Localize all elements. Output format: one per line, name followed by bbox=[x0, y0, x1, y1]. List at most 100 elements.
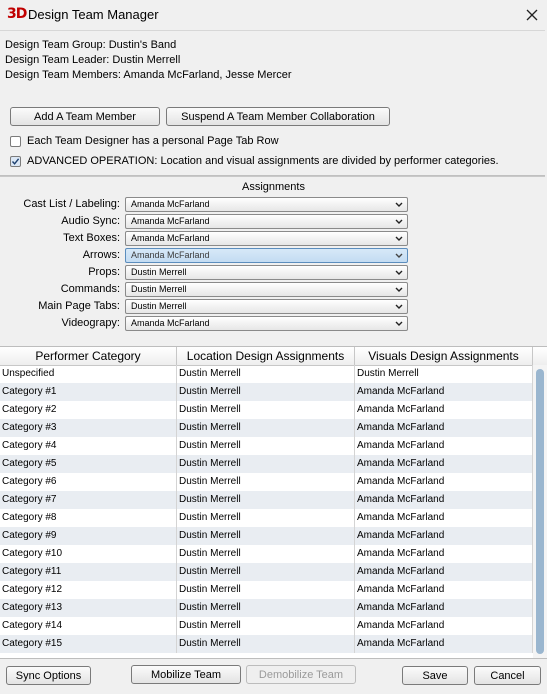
table-row[interactable]: Category #7 Dustin Merrell Amanda McFarlan… bbox=[0, 491, 533, 509]
main-page-tabs-select[interactable]: Dustin Merrell bbox=[125, 299, 408, 314]
arrows-label: Arrows: bbox=[82, 249, 120, 261]
table-row[interactable]: Category #6 Dustin Merrell Amanda McFarlan… bbox=[0, 473, 533, 491]
commands-select[interactable]: Dustin Merrell bbox=[125, 282, 408, 297]
personal-tab-checkbox[interactable] bbox=[10, 136, 21, 147]
location-assignment-cell[interactable]: Dustin Merrell bbox=[177, 473, 355, 491]
text-boxes-label: Text Boxes: bbox=[63, 232, 120, 244]
location-assignment-cell[interactable]: Dustin Merrell bbox=[177, 437, 355, 455]
table-row[interactable]: Category #13 Dustin Merrell Amanda McFarla… bbox=[0, 599, 533, 617]
visuals-assignment-cell[interactable]: Amanda McFarland bbox=[355, 455, 533, 473]
visuals-assignment-cell[interactable]: Amanda McFarland bbox=[355, 545, 533, 563]
cast-list-select[interactable]: Amanda McFarland bbox=[125, 197, 408, 212]
column-header-visuals-design[interactable]: Visuals Design Assignments bbox=[355, 347, 533, 365]
performer-category-cell[interactable]: Category #2 bbox=[0, 401, 177, 419]
chevron-down-icon bbox=[395, 304, 403, 309]
performer-category-cell[interactable]: Unspecified bbox=[0, 365, 177, 383]
location-assignment-cell[interactable]: Dustin Merrell bbox=[177, 365, 355, 383]
performer-category-cell[interactable]: Category #5 bbox=[0, 455, 177, 473]
location-assignment-cell[interactable]: Dustin Merrell bbox=[177, 455, 355, 473]
team-info-panel: Design Team Group: Dustin's Band Design … bbox=[0, 30, 545, 176]
location-assignment-cell[interactable]: Dustin Merrell bbox=[177, 563, 355, 581]
cancel-button[interactable]: Cancel bbox=[474, 666, 541, 685]
close-button[interactable] bbox=[520, 3, 544, 27]
visuals-assignment-cell[interactable]: Amanda McFarland bbox=[355, 635, 533, 653]
table-row[interactable]: Category #2 Dustin Merrell Amanda McFarlan… bbox=[0, 401, 533, 419]
table-row[interactable]: Category #11 Dustin Merrell Amanda McFarla… bbox=[0, 563, 533, 581]
table-row[interactable]: Unspecified Dustin Merrell Dustin Merrell bbox=[0, 365, 533, 383]
visuals-assignment-cell[interactable]: Dustin Merrell bbox=[355, 365, 533, 383]
performer-category-cell[interactable]: Category #4 bbox=[0, 437, 177, 455]
performer-category-table: Performer Category Location Design Assig… bbox=[0, 346, 547, 659]
performer-category-cell[interactable]: Category #9 bbox=[0, 527, 177, 545]
close-icon bbox=[526, 9, 538, 21]
visuals-assignment-cell[interactable]: Amanda McFarland bbox=[355, 509, 533, 527]
location-assignment-cell[interactable]: Dustin Merrell bbox=[177, 599, 355, 617]
location-assignment-cell[interactable]: Dustin Merrell bbox=[177, 401, 355, 419]
table-row[interactable]: Category #1 Dustin Merrell Amanda McFarlan… bbox=[0, 383, 533, 401]
visuals-assignment-cell[interactable]: Amanda McFarland bbox=[355, 581, 533, 599]
performer-category-cell[interactable]: Category #8 bbox=[0, 509, 177, 527]
add-team-member-button[interactable]: Add A Team Member bbox=[10, 107, 160, 126]
chevron-down-icon bbox=[395, 253, 403, 258]
performer-category-cell[interactable]: Category #15 bbox=[0, 635, 177, 653]
scrollbar-thumb[interactable] bbox=[536, 369, 544, 654]
chevron-down-icon bbox=[395, 219, 403, 224]
location-assignment-cell[interactable]: Dustin Merrell bbox=[177, 491, 355, 509]
demobilize-team-button[interactable]: Demobilize Team bbox=[246, 665, 356, 684]
location-assignment-cell[interactable]: Dustin Merrell bbox=[177, 617, 355, 635]
performer-category-cell[interactable]: Category #6 bbox=[0, 473, 177, 491]
cast-list-value: Amanda McFarland bbox=[131, 199, 210, 209]
table-row[interactable]: Category #9 Dustin Merrell Amanda McFarlan… bbox=[0, 527, 533, 545]
visuals-assignment-cell[interactable]: Amanda McFarland bbox=[355, 527, 533, 545]
visuals-assignment-cell[interactable]: Amanda McFarland bbox=[355, 437, 533, 455]
text-boxes-select[interactable]: Amanda McFarland bbox=[125, 231, 408, 246]
performer-category-cell[interactable]: Category #11 bbox=[0, 563, 177, 581]
visuals-assignment-cell[interactable]: Amanda McFarland bbox=[355, 491, 533, 509]
location-assignment-cell[interactable]: Dustin Merrell bbox=[177, 383, 355, 401]
audio-sync-select[interactable]: Amanda McFarland bbox=[125, 214, 408, 229]
table-row[interactable]: Category #8 Dustin Merrell Amanda McFarlan… bbox=[0, 509, 533, 527]
location-assignment-cell[interactable]: Dustin Merrell bbox=[177, 635, 355, 653]
advanced-operation-checkbox[interactable] bbox=[10, 156, 21, 167]
location-assignment-cell[interactable]: Dustin Merrell bbox=[177, 581, 355, 599]
performer-category-cell[interactable]: Category #3 bbox=[0, 419, 177, 437]
table-scrollbar[interactable] bbox=[533, 365, 547, 659]
videography-value: Amanda McFarland bbox=[131, 318, 210, 328]
table-row[interactable]: Category #10 Dustin Merrell Amanda McFarla… bbox=[0, 545, 533, 563]
performer-category-cell[interactable]: Category #12 bbox=[0, 581, 177, 599]
table-row[interactable]: Category #3 Dustin Merrell Amanda McFarlan… bbox=[0, 419, 533, 437]
performer-category-cell[interactable]: Category #10 bbox=[0, 545, 177, 563]
assignments-panel: Assignments Cast List / Labeling: Amanda… bbox=[0, 176, 545, 345]
table-row[interactable]: Category #12 Dustin Merrell Amanda McFarla… bbox=[0, 581, 533, 599]
location-assignment-cell[interactable]: Dustin Merrell bbox=[177, 509, 355, 527]
visuals-assignment-cell[interactable]: Amanda McFarland bbox=[355, 419, 533, 437]
commands-label: Commands: bbox=[60, 283, 120, 295]
visuals-assignment-cell[interactable]: Amanda McFarland bbox=[355, 563, 533, 581]
location-assignment-cell[interactable]: Dustin Merrell bbox=[177, 419, 355, 437]
performer-category-cell[interactable]: Category #1 bbox=[0, 383, 177, 401]
table-row[interactable]: Category #15 Dustin Merrell Amanda McFarla… bbox=[0, 635, 533, 653]
table-row[interactable]: Category #4 Dustin Merrell Amanda McFarlan… bbox=[0, 437, 533, 455]
performer-category-cell[interactable]: Category #13 bbox=[0, 599, 177, 617]
column-header-location-design[interactable]: Location Design Assignments bbox=[177, 347, 355, 365]
props-select[interactable]: Dustin Merrell bbox=[125, 265, 408, 280]
visuals-assignment-cell[interactable]: Amanda McFarland bbox=[355, 599, 533, 617]
visuals-assignment-cell[interactable]: Amanda McFarland bbox=[355, 473, 533, 491]
footer-bar: Sync Options Mobilize Team Demobilize Te… bbox=[0, 658, 547, 694]
performer-category-cell[interactable]: Category #14 bbox=[0, 617, 177, 635]
mobilize-team-button[interactable]: Mobilize Team bbox=[131, 665, 241, 684]
sync-options-button[interactable]: Sync Options bbox=[6, 666, 91, 685]
table-row[interactable]: Category #5 Dustin Merrell Amanda McFarlan… bbox=[0, 455, 533, 473]
videography-select[interactable]: Amanda McFarland bbox=[125, 316, 408, 331]
location-assignment-cell[interactable]: Dustin Merrell bbox=[177, 545, 355, 563]
visuals-assignment-cell[interactable]: Amanda McFarland bbox=[355, 401, 533, 419]
save-button[interactable]: Save bbox=[402, 666, 468, 685]
performer-category-cell[interactable]: Category #7 bbox=[0, 491, 177, 509]
suspend-collaboration-button[interactable]: Suspend A Team Member Collaboration bbox=[166, 107, 390, 126]
arrows-select[interactable]: Amanda McFarland bbox=[125, 248, 408, 263]
visuals-assignment-cell[interactable]: Amanda McFarland bbox=[355, 383, 533, 401]
location-assignment-cell[interactable]: Dustin Merrell bbox=[177, 527, 355, 545]
visuals-assignment-cell[interactable]: Amanda McFarland bbox=[355, 617, 533, 635]
column-header-performer-category[interactable]: Performer Category bbox=[0, 347, 177, 365]
table-row[interactable]: Category #14 Dustin Merrell Amanda McFarla… bbox=[0, 617, 533, 635]
